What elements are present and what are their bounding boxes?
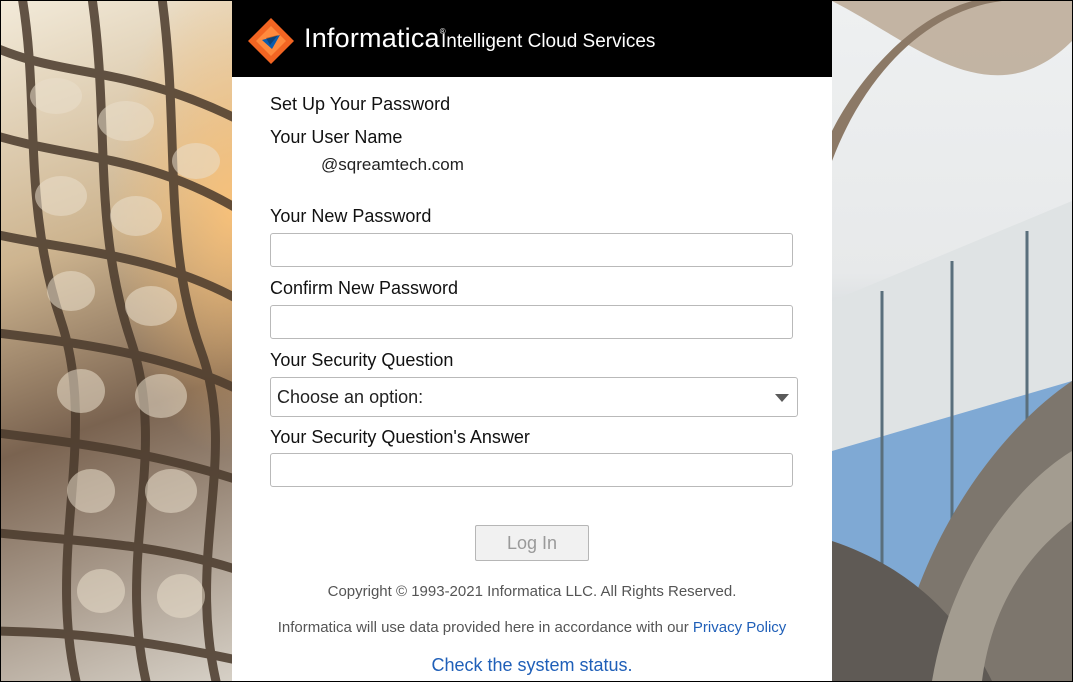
building-facade-graphic [832,1,1072,681]
security-question-label: Your Security Question [270,350,454,370]
form-title: Set Up Your Password [270,94,451,114]
new-password-label: Your New Password [270,206,432,226]
lattice-structure-graphic [1,1,232,681]
system-status-link[interactable]: Check the system status. [232,655,832,676]
security-answer-input[interactable] [270,453,793,487]
confirm-password-label: Confirm New Password [270,278,459,298]
confirm-password-input[interactable] [270,305,793,339]
security-question-selected: Choose an option: [277,387,424,407]
page-frame: Informatica® Intelligent Cloud Services … [0,0,1073,682]
security-answer-label: Your Security Question's Answer [270,427,530,447]
header-bar: Informatica® Intelligent Cloud Services [232,1,832,77]
chevron-down-icon[interactable] [775,394,789,402]
username-label: Your User Name [270,127,403,147]
brand-name: Informatica® [304,23,446,53]
product-name: Intelligent Cloud Services [441,31,656,52]
new-password-input[interactable] [270,233,793,267]
informatica-diamond-logo-icon [248,18,294,64]
security-question-select[interactable]: Choose an option: [270,377,798,417]
copyright-text: Copyright © 1993-2021 Informatica LLC. A… [327,583,737,600]
login-button[interactable]: Log In [475,525,589,561]
background-image-left [1,1,232,681]
username-value: @sqreamtech.com [321,155,464,174]
password-setup-card: Informatica® Intelligent Cloud Services … [232,1,832,681]
background-image-right [832,1,1072,681]
privacy-notice-text: Informatica will use data provided here … [277,619,693,636]
privacy-notice: Informatica will use data provided here … [232,619,832,636]
privacy-policy-link[interactable]: Privacy Policy [693,619,786,636]
